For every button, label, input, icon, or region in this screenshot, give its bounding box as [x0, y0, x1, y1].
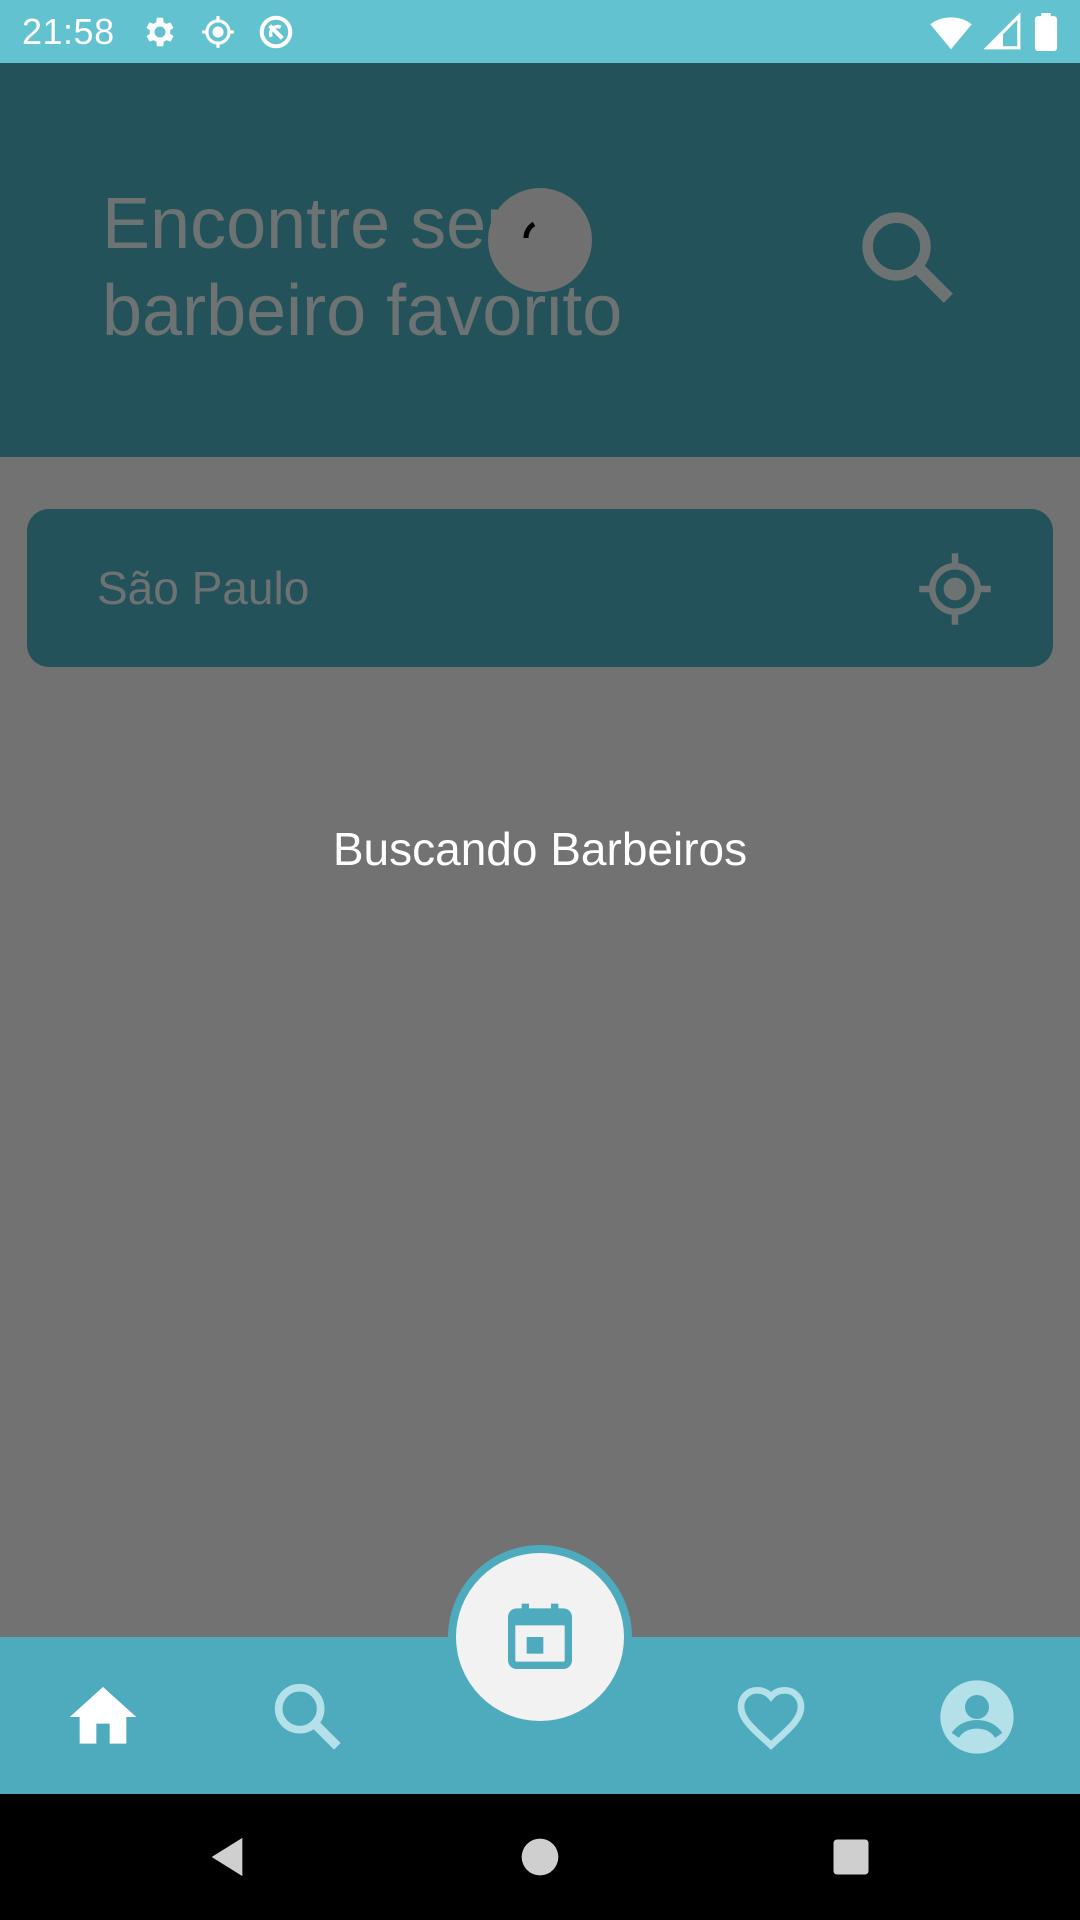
- search-icon[interactable]: [268, 1677, 348, 1757]
- search-icon[interactable]: [853, 203, 963, 313]
- signal-icon: [984, 12, 1021, 49]
- recents-icon[interactable]: [830, 1836, 872, 1878]
- spinner-arc-icon: [523, 221, 536, 239]
- page-title: Encontre seu barbeiro favorito: [102, 184, 623, 351]
- system-nav-bar: [0, 1794, 1080, 1920]
- status-right-icons: [930, 12, 1058, 51]
- location-icon: [201, 15, 234, 48]
- battery-icon: [1034, 12, 1058, 51]
- home-icon[interactable]: [63, 1677, 143, 1757]
- location-field: [27, 509, 1053, 667]
- sync-icon: [259, 15, 292, 48]
- header: Encontre seu barbeiro favorito: [0, 63, 1080, 457]
- my-location-icon[interactable]: [916, 550, 994, 628]
- loading-status-text: Buscando Barbeiros: [332, 823, 748, 875]
- wifi-icon: [930, 16, 972, 49]
- settings-icon: [145, 17, 174, 46]
- location-input[interactable]: [97, 557, 897, 619]
- heart-icon[interactable]: [731, 1677, 811, 1757]
- back-icon[interactable]: [204, 1834, 250, 1880]
- calendar-icon: [508, 1603, 572, 1669]
- loading-spinner: [488, 188, 592, 292]
- home-nav-icon[interactable]: [520, 1837, 560, 1877]
- account-icon[interactable]: [937, 1677, 1017, 1757]
- status-time: 21:58: [22, 10, 115, 52]
- status-bar: 21:58: [0, 0, 1080, 63]
- calendar-button[interactable]: [448, 1545, 632, 1729]
